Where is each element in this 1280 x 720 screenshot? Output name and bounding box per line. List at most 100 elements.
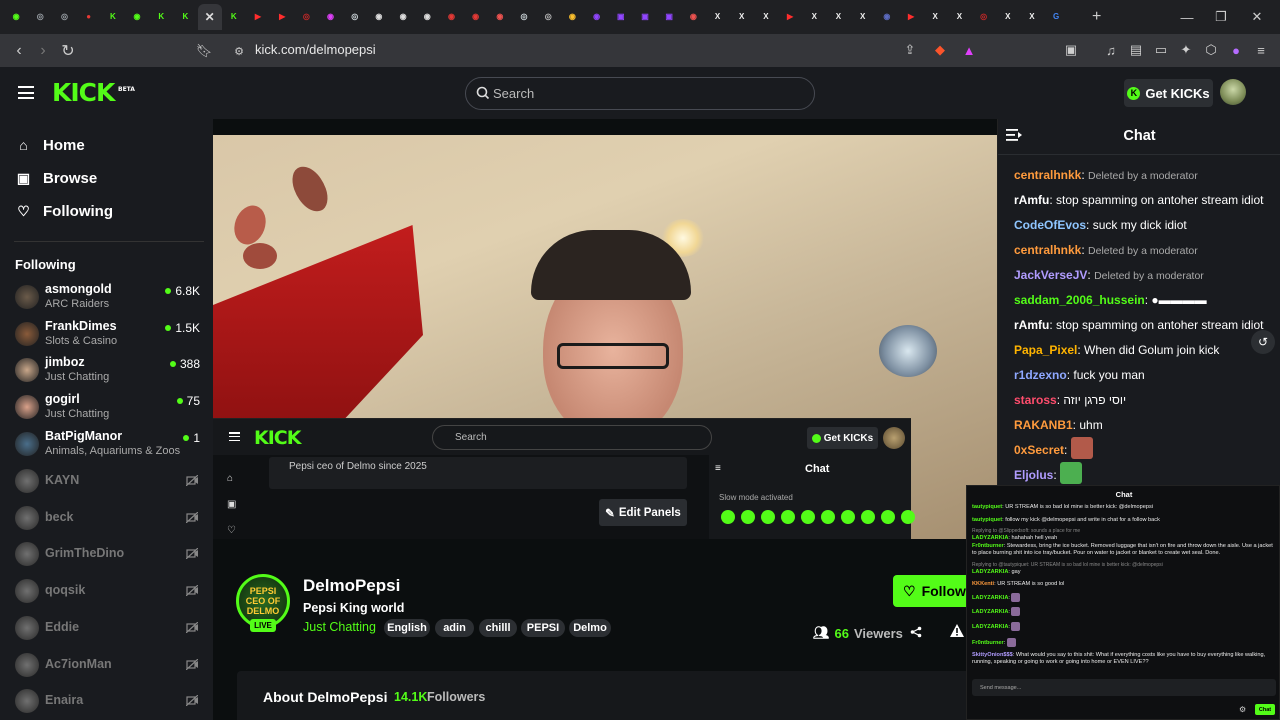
tag-chilll[interactable]: chilll: [479, 619, 517, 637]
tab-search-icon[interactable]: ▣: [1062, 41, 1080, 59]
browser-tab[interactable]: ◎: [512, 4, 536, 30]
tag-delmo[interactable]: Delmo: [569, 619, 611, 637]
chat-username[interactable]: rAmfu: [1014, 318, 1049, 332]
browser-tab[interactable]: ◉: [560, 4, 584, 30]
brave-shields-icon[interactable]: ◆: [931, 41, 949, 59]
kick-logo[interactable]: KICK BETA: [52, 80, 135, 106]
browser-tab[interactable]: ◉: [4, 4, 28, 30]
video-player[interactable]: KICK Search Get KICKs ⌂ ▣ ♡ Pepsi ceo of…: [213, 135, 997, 539]
browser-tab[interactable]: X: [754, 4, 778, 30]
leo-icon[interactable]: ✦: [1177, 41, 1195, 59]
chat-username[interactable]: centralhnkk: [1014, 243, 1081, 257]
browser-tab[interactable]: ◎: [28, 4, 52, 30]
forward-icon[interactable]: ›: [32, 40, 54, 62]
browser-tab[interactable]: ▶: [778, 4, 802, 30]
browser-tab[interactable]: ▣: [657, 4, 681, 30]
browser-tab[interactable]: X: [1020, 4, 1044, 30]
chat-settings-icon[interactable]: ⚙: [1239, 705, 1246, 714]
chat-username[interactable]: JackVerseJV: [1014, 268, 1087, 282]
new-tab-button[interactable]: +: [1092, 0, 1142, 34]
media-icon[interactable]: ♫: [1102, 41, 1120, 59]
browser-tab[interactable]: ◉: [125, 4, 149, 30]
tag-adin[interactable]: adin: [435, 619, 474, 637]
reload-icon[interactable]: ↻: [57, 40, 79, 62]
browser-tab[interactable]: ◎: [343, 4, 367, 30]
close-window-button[interactable]: ✕: [1234, 0, 1280, 34]
chat-username[interactable]: r1dzexno: [1014, 368, 1067, 382]
bookmark-icon[interactable]: 🔖︎: [193, 40, 215, 62]
browser-tab[interactable]: ▣: [609, 4, 633, 30]
following-channel-batpigmanor[interactable]: BatPigManor Animals, Aquariums & Zoos 1: [15, 429, 200, 459]
chat-username[interactable]: centralhnkk: [1014, 168, 1081, 182]
browser-tab[interactable]: X: [802, 4, 826, 30]
browser-tab[interactable]: ◉: [488, 4, 512, 30]
browser-tab[interactable]: K: [173, 4, 197, 30]
menu-icon[interactable]: ≡: [1252, 41, 1270, 59]
browser-tab[interactable]: ◉: [367, 4, 391, 30]
user-avatar[interactable]: [1220, 79, 1246, 105]
following-channel-eddie[interactable]: Eddie: [15, 613, 200, 643]
browser-tab[interactable]: K: [222, 4, 246, 30]
sidebar-icon[interactable]: ▤: [1127, 41, 1145, 59]
browser-tab[interactable]: ◎: [52, 4, 76, 30]
following-channel-ac7ionman[interactable]: Ac7ionMan: [15, 650, 200, 680]
browser-tab[interactable]: ▣: [633, 4, 657, 30]
popout-chat-input[interactable]: Send message...: [972, 679, 1276, 696]
sidebar-item-browse[interactable]: ▣ Browse: [16, 168, 97, 188]
url-field[interactable]: kick.com/delmopepsi: [255, 42, 376, 57]
back-icon[interactable]: ‹: [8, 40, 30, 62]
browser-tab[interactable]: ◉: [681, 4, 705, 30]
brave-rewards-icon[interactable]: ▲: [960, 41, 978, 59]
browser-tab[interactable]: X: [923, 4, 947, 30]
browser-tab[interactable]: ◎: [972, 4, 996, 30]
chat-username[interactable]: Eljolus: [1014, 468, 1053, 482]
browser-tab[interactable]: ▶: [270, 4, 294, 30]
browser-tab[interactable]: ●: [77, 4, 101, 30]
wallet-icon[interactable]: ▭: [1152, 41, 1170, 59]
browser-tab[interactable]: ◉: [415, 4, 439, 30]
following-channel-qoqsik[interactable]: qoqsik: [15, 576, 200, 606]
browser-tab[interactable]: ◉: [439, 4, 463, 30]
site-info-icon[interactable]: ⚙︎: [228, 40, 250, 62]
chat-username[interactable]: saddam_2006_hussein: [1014, 293, 1145, 307]
browser-tab[interactable]: ◉: [585, 4, 609, 30]
sidebar-item-home[interactable]: ⌂ Home: [16, 135, 84, 155]
following-channel-gogirl[interactable]: gogirl Just Chatting 75: [15, 392, 200, 422]
hamburger-menu-icon[interactable]: [18, 86, 34, 99]
active-tab-close-button[interactable]: ✕: [197, 4, 222, 30]
get-kicks-button[interactable]: K Get KICKs: [1124, 79, 1213, 107]
browser-tab[interactable]: ◎: [536, 4, 560, 30]
browser-tab[interactable]: ◉: [875, 4, 899, 30]
share-icon[interactable]: ⇪: [901, 41, 919, 59]
following-channel-frankdimes[interactable]: FrankDimes Slots & Casino 1.5K: [15, 319, 200, 349]
vpn-icon[interactable]: ⬡: [1202, 41, 1220, 59]
profile-icon[interactable]: ●: [1227, 41, 1245, 59]
scroll-to-latest-icon[interactable]: ↺: [1251, 330, 1275, 354]
browser-tab[interactable]: ◎: [294, 4, 318, 30]
following-channel-asmongold[interactable]: asmongold ARC Raiders 6.8K: [15, 282, 200, 312]
following-channel-grimthedino[interactable]: GrimTheDino: [15, 539, 200, 569]
channel-name[interactable]: DelmoPepsi: [303, 576, 400, 596]
following-channel-beck[interactable]: beck: [15, 503, 200, 533]
following-channel-jimboz[interactable]: jimboz Just Chatting 388: [15, 355, 200, 385]
browser-tab[interactable]: ▶: [246, 4, 270, 30]
browser-tab[interactable]: X: [851, 4, 875, 30]
chat-username[interactable]: Papa_Pixel: [1014, 343, 1077, 357]
browser-tab[interactable]: X: [996, 4, 1020, 30]
chat-username[interactable]: 0xSecret: [1014, 443, 1064, 457]
stream-category[interactable]: Just Chatting: [303, 620, 376, 634]
tag-pepsi[interactable]: PEPSI: [521, 619, 565, 637]
browser-tab[interactable]: X: [826, 4, 850, 30]
following-channel-enaira[interactable]: Enaira: [15, 686, 200, 716]
browser-tab[interactable]: X: [730, 4, 754, 30]
chat-username[interactable]: CodeOfEvos: [1014, 218, 1086, 232]
chat-username[interactable]: rAmfu: [1014, 193, 1049, 207]
browser-tab[interactable]: ◉: [318, 4, 342, 30]
browser-tab[interactable]: ◉: [391, 4, 415, 30]
search-input[interactable]: Search: [465, 77, 815, 110]
report-icon[interactable]: [950, 624, 964, 637]
browser-tab[interactable]: K: [101, 4, 125, 30]
browser-tab[interactable]: X: [947, 4, 971, 30]
popout-chat-send-button[interactable]: Chat: [1255, 704, 1275, 715]
browser-tab[interactable]: ◉: [464, 4, 488, 30]
